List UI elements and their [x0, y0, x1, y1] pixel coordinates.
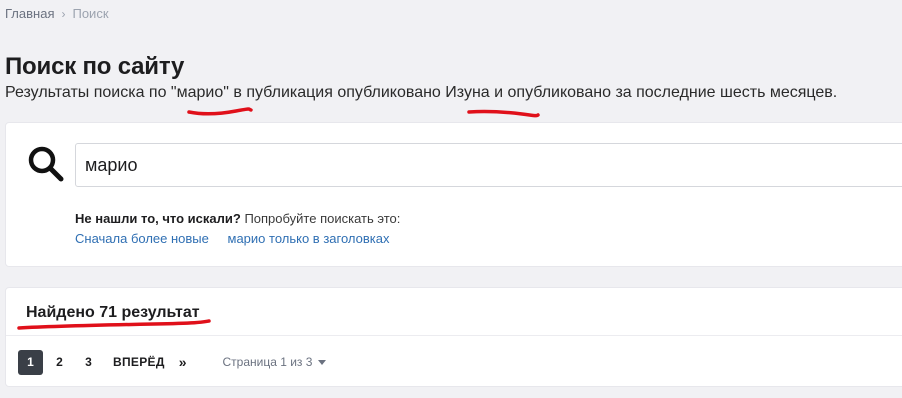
search-card: Не нашли то, что искали? Попробуйте поис…	[5, 122, 902, 267]
chevron-right-icon: ›	[61, 6, 66, 21]
annotation-underline-author	[467, 109, 540, 118]
page-button-2[interactable]: 2	[47, 350, 72, 375]
results-card: Найдено 71 результат 1 2 3 ВПЕРЁД » Стра…	[5, 287, 902, 387]
summary-suffix: и опубликовано за последние шесть месяце…	[489, 84, 838, 101]
hint-rest: Попробуйте поискать это:	[240, 211, 401, 226]
caret-down-icon	[318, 359, 327, 365]
search-summary: Результаты поиска по "марио" в публикаци…	[5, 84, 837, 102]
summary-author: Изуна	[445, 84, 490, 101]
annotation-underline-query	[187, 107, 253, 116]
results-divider	[6, 335, 902, 336]
summary-query: "марио"	[170, 84, 229, 101]
breadcrumb-current[interactable]: Поиск	[72, 6, 108, 21]
next-page-button[interactable]: ВПЕРЁД	[113, 355, 165, 369]
search-icon[interactable]	[27, 145, 65, 183]
hint-bold: Не нашли то, что искали?	[75, 211, 241, 226]
summary-prefix: Результаты поиска по	[5, 84, 171, 101]
breadcrumb-home-link[interactable]: Главная	[5, 6, 54, 21]
page-title: Поиск по сайту	[5, 53, 185, 80]
page-jump-dropdown[interactable]: Страница 1 из 3	[222, 355, 327, 369]
breadcrumb: Главная › Поиск	[5, 6, 109, 21]
results-count-header: Найдено 71 результат	[26, 304, 200, 321]
search-input[interactable]	[75, 143, 902, 187]
suggestion-newest-link[interactable]: Сначала более новые	[75, 231, 209, 246]
summary-middle: в публикация опубликовано	[228, 84, 446, 101]
last-page-icon[interactable]: »	[179, 354, 187, 370]
search-suggestion-hint: Не нашли то, что искали? Попробуйте поис…	[75, 211, 400, 226]
pagination: 1 2 3 ВПЕРЁД » Страница 1 из 3	[18, 349, 327, 375]
search-results-page: Главная › Поиск Поиск по сайту Результат…	[0, 0, 902, 398]
page-button-1[interactable]: 1	[18, 349, 43, 375]
page-info-label: Страница 1 из 3	[222, 355, 313, 369]
search-suggestion-links: Сначала более новые марио только в загол…	[75, 231, 404, 246]
suggestion-titles-only-link[interactable]: марио только в заголовках	[228, 231, 390, 246]
page-button-3[interactable]: 3	[76, 350, 101, 375]
